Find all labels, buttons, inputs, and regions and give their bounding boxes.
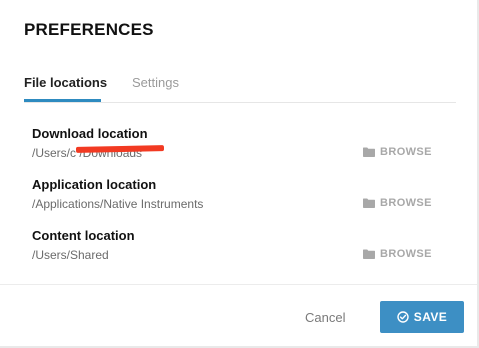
download-location-path: /Users/c /Downloads [32,145,165,160]
dialog-title: PREFERENCES [24,20,154,39]
download-location-row: Download location /Users/c /Downloads BR… [32,126,432,164]
folder-icon [363,198,375,208]
browse-label: BROWSE [380,146,432,158]
preferences-dialog: PREFERENCES File locations Settings Down… [0,0,479,348]
content-location-path: /Users/Shared [32,248,109,262]
content-browse-button[interactable]: BROWSE [363,248,432,260]
folder-icon [363,147,375,157]
cancel-button[interactable]: Cancel [305,310,345,325]
download-location-label: Download location [32,126,148,141]
application-browse-button[interactable]: BROWSE [363,197,432,209]
content-location-row: Content location /Users/Shared BROWSE [32,228,432,266]
active-tab-indicator [24,99,101,102]
tab-settings[interactable]: Settings [132,75,179,91]
browse-label: BROWSE [380,197,432,209]
save-label: SAVE [413,310,448,324]
content-location-label: Content location [32,228,135,243]
download-browse-button[interactable]: BROWSE [363,146,432,158]
check-circle-icon [397,311,409,323]
application-location-label: Application location [32,177,157,192]
save-button[interactable]: SAVE [380,301,464,333]
tab-file-locations[interactable]: File locations [24,75,107,91]
footer-divider [0,284,479,285]
application-location-path: /Applications/Native Instruments [32,197,204,211]
browse-label: BROWSE [380,248,432,260]
tab-bar: File locations Settings [24,72,456,103]
folder-icon [363,249,375,259]
redaction-mark [75,145,165,153]
application-location-row: Application location /Applications/Nativ… [32,177,432,215]
